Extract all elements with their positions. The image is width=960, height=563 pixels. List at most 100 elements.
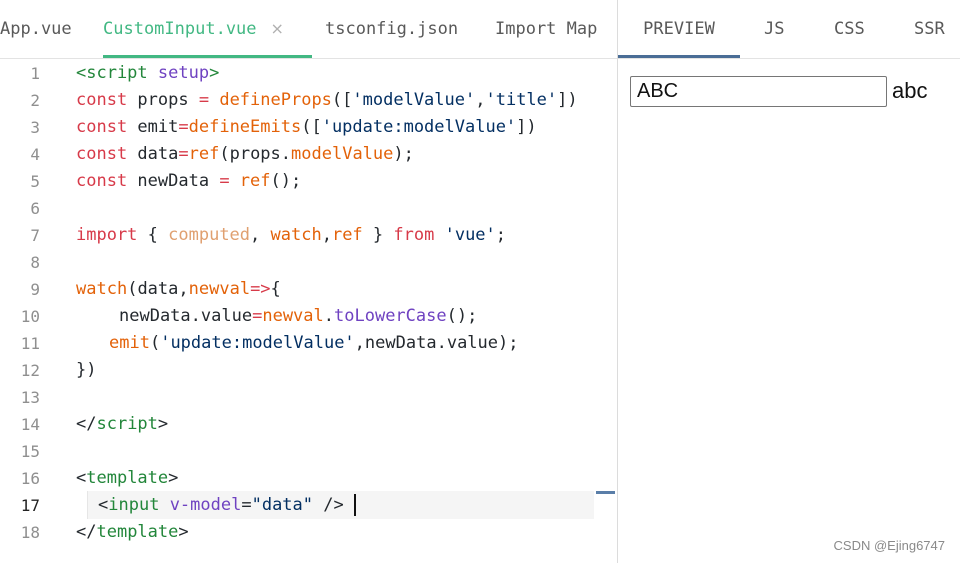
line-number: 8: [30, 253, 40, 272]
close-icon[interactable]: ×: [271, 19, 284, 38]
code-line[interactable]: 10 newData.value=newval.toLowerCase();: [0, 303, 617, 330]
code-token: <script: [76, 63, 158, 83]
code-token: .: [190, 306, 201, 326]
code-token: (: [219, 144, 230, 164]
code-token: >: [178, 522, 189, 542]
code-line[interactable]: 16 <template>: [0, 465, 617, 492]
code-line[interactable]: 8: [0, 249, 617, 276]
tab-label: SSR: [914, 19, 945, 39]
code-token: =: [252, 306, 263, 326]
tab-tsconfig-json[interactable]: tsconfig.json: [325, 0, 458, 58]
tab-css[interactable]: CSS: [834, 0, 865, 58]
code-token: const: [76, 171, 138, 191]
code-token: </: [76, 414, 97, 434]
code-token: {: [270, 279, 281, 299]
code-token: .: [436, 333, 447, 353]
code-token: newval: [262, 306, 324, 326]
line-number: 13: [20, 388, 40, 407]
line-number: 5: [30, 172, 40, 191]
code-token: value: [446, 333, 499, 353]
code-line[interactable]: 12}): [0, 357, 617, 384]
code-token: 'modelValue': [352, 90, 476, 110]
line-number: 18: [20, 523, 40, 542]
code-line[interactable]: 18 </template>: [0, 519, 617, 546]
code-token: newData: [137, 171, 210, 191]
tab-ssr[interactable]: SSR: [914, 0, 945, 58]
code-line[interactable]: 2 const props = defineProps(['modelValue'…: [0, 87, 617, 114]
code-token: ,: [354, 333, 365, 353]
code-token: ref: [331, 225, 363, 245]
code-token: value: [200, 306, 253, 326]
code-token: props: [229, 144, 281, 164]
code-token: data: [137, 279, 179, 299]
code-token: );: [498, 333, 519, 353]
code-line[interactable]: 1 <script setup>: [0, 60, 617, 87]
code-token: data: [137, 144, 179, 164]
tab-preview[interactable]: PREVIEW: [618, 0, 740, 58]
preview-output-text: abc: [892, 78, 928, 103]
code-line[interactable]: 4 const data=ref(props.modelValue);: [0, 141, 617, 168]
tab-label: Import Map: [495, 19, 598, 39]
tab-app-vue[interactable]: App.vue: [0, 0, 72, 58]
code-line[interactable]: 3 const emit=defineEmits(['update:modelVa…: [0, 114, 617, 141]
code-line[interactable]: 11 emit('update:modelValue',newData.value…: [0, 330, 617, 357]
code-token: >: [168, 468, 179, 488]
line-number: 7: [30, 226, 40, 245]
code-token: =: [178, 117, 189, 137]
line-number: 11: [20, 334, 40, 353]
code-token: {: [137, 225, 169, 245]
code-token: =>: [250, 279, 271, 299]
code-line-active[interactable]: 17 <input v-model="data" />: [0, 492, 617, 519]
code-token: ]): [557, 90, 578, 110]
code-token: ([: [331, 90, 353, 110]
code-token: 'vue': [444, 225, 496, 245]
tab-custominput-vue[interactable]: CustomInput.vue ×: [103, 0, 312, 58]
editor-tab-bar: App.vue CustomInput.vue × tsconfig.json I…: [0, 0, 617, 59]
code-token: props: [137, 90, 189, 110]
code-token: (: [149, 333, 161, 353]
code-token: />: [313, 495, 344, 515]
preview-text-input[interactable]: ABC: [630, 76, 887, 107]
code-token: >: [157, 414, 169, 434]
code-line[interactable]: 15: [0, 438, 617, 465]
line-number: 3: [30, 118, 40, 137]
code-token: (: [127, 279, 138, 299]
tab-label: JS: [764, 19, 785, 39]
code-token: newval: [188, 279, 251, 299]
code-token: setup: [157, 63, 210, 83]
code-token: v-model: [169, 495, 242, 515]
code-token: const: [76, 117, 138, 137]
text-caret: [354, 494, 356, 516]
tab-label: CustomInput.vue: [103, 19, 257, 39]
code-line[interactable]: 6: [0, 195, 617, 222]
preview-tab-bar: PREVIEW JS CSS SSR: [618, 0, 960, 59]
code-line[interactable]: 7 import { computed, watch,ref } from 'vu…: [0, 222, 617, 249]
watermark: CSDN @Ejing6747: [833, 538, 945, 553]
code-token: 'update:modelValue': [160, 333, 355, 353]
code-token: </: [76, 522, 97, 542]
code-line[interactable]: 9 watch(data,newval=>{: [0, 276, 617, 303]
code-line[interactable]: 14 </script>: [0, 411, 617, 438]
tab-label: PREVIEW: [643, 19, 715, 39]
code-line[interactable]: 5 const newData = ref();: [0, 168, 617, 195]
line-number: 12: [20, 361, 40, 380]
tab-js[interactable]: JS: [764, 0, 784, 58]
code-editor[interactable]: App.vue CustomInput.vue × tsconfig.json I…: [0, 0, 617, 563]
code-token: =: [209, 171, 240, 191]
line-number: 15: [20, 442, 40, 461]
code-line[interactable]: 13: [0, 384, 617, 411]
code-token: ();: [270, 171, 302, 191]
line-number: 10: [20, 307, 40, 326]
tab-label: tsconfig.json: [325, 19, 459, 39]
code-token: defineProps: [219, 90, 332, 110]
line-number: 2: [30, 91, 40, 110]
code-token: ,: [178, 279, 189, 299]
line-number: 6: [30, 199, 40, 218]
code-token: ;: [495, 225, 507, 245]
code-token: defineEmits: [188, 117, 302, 137]
code-token: modelValue: [291, 144, 394, 164]
tab-import-map[interactable]: Import Map: [495, 0, 597, 58]
code-token: =: [241, 495, 252, 515]
